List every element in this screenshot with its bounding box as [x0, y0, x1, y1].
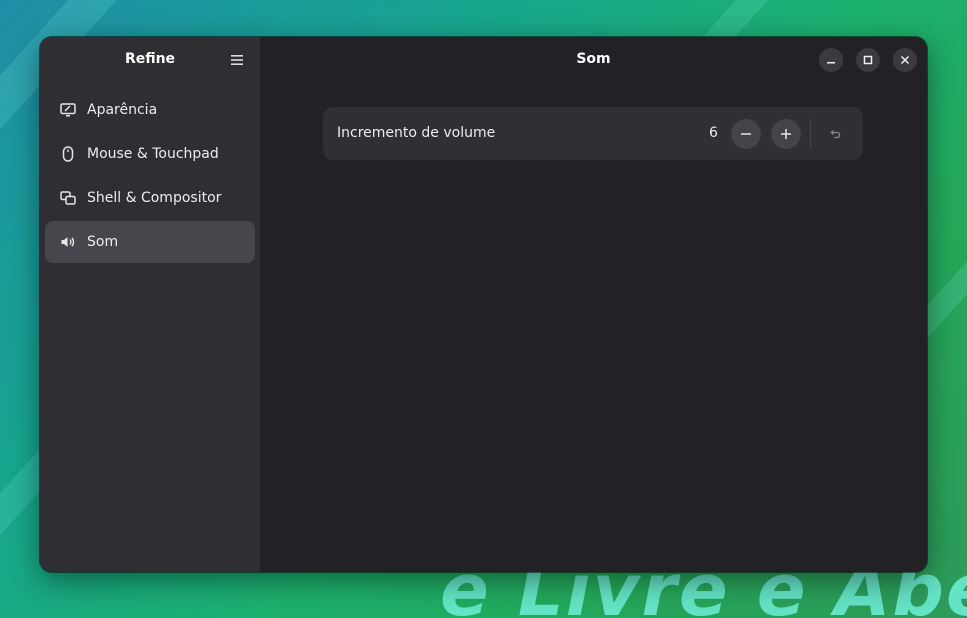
row-divider: [810, 118, 811, 149]
sidebar: Refine Aparência Mouse & Touchpad Shell …: [40, 37, 260, 572]
sidebar-item-label: Mouse & Touchpad: [87, 146, 219, 162]
windows-icon: [59, 189, 77, 207]
sidebar-item-shell-compositor[interactable]: Shell & Compositor: [45, 177, 255, 219]
sidebar-header: Refine: [40, 37, 260, 83]
sidebar-item-som[interactable]: Som: [45, 221, 255, 263]
sidebar-item-label: Shell & Compositor: [87, 190, 222, 206]
main-menu-button[interactable]: [228, 51, 246, 69]
app-window: Refine Aparência Mouse & Touchpad Shell …: [40, 37, 927, 572]
minimize-icon: [827, 62, 835, 64]
volume-step-label: Incremento de volume: [337, 125, 496, 141]
close-icon: [900, 55, 910, 65]
display-icon: [59, 101, 77, 119]
decrement-button[interactable]: [731, 119, 761, 149]
sidebar-item-label: Som: [87, 234, 119, 250]
sidebar-item-mouse-touchpad[interactable]: Mouse & Touchpad: [45, 133, 255, 175]
increment-button[interactable]: [771, 119, 801, 149]
window-controls: [819, 48, 917, 72]
speaker-icon: [59, 233, 77, 251]
app-title: Refine: [124, 51, 176, 67]
minus-icon: [741, 133, 751, 135]
maximize-button[interactable]: [856, 48, 880, 72]
sidebar-nav: Aparência Mouse & Touchpad Shell & Compo…: [45, 89, 255, 265]
sidebar-item-aparencia[interactable]: Aparência: [45, 89, 255, 131]
close-button[interactable]: [893, 48, 917, 72]
content-pane: Som Incremento de volume 6: [260, 37, 927, 572]
plus-icon: [781, 129, 791, 139]
minimize-button[interactable]: [819, 48, 843, 72]
volume-step-row: Incremento de volume 6: [323, 107, 863, 160]
reset-button[interactable]: [820, 119, 850, 149]
undo-icon: [830, 130, 841, 139]
maximize-icon: [863, 55, 873, 65]
hamburger-icon: [231, 55, 243, 65]
mouse-icon: [59, 145, 77, 163]
volume-step-value: 6: [709, 125, 718, 141]
sidebar-item-label: Aparência: [87, 102, 158, 118]
